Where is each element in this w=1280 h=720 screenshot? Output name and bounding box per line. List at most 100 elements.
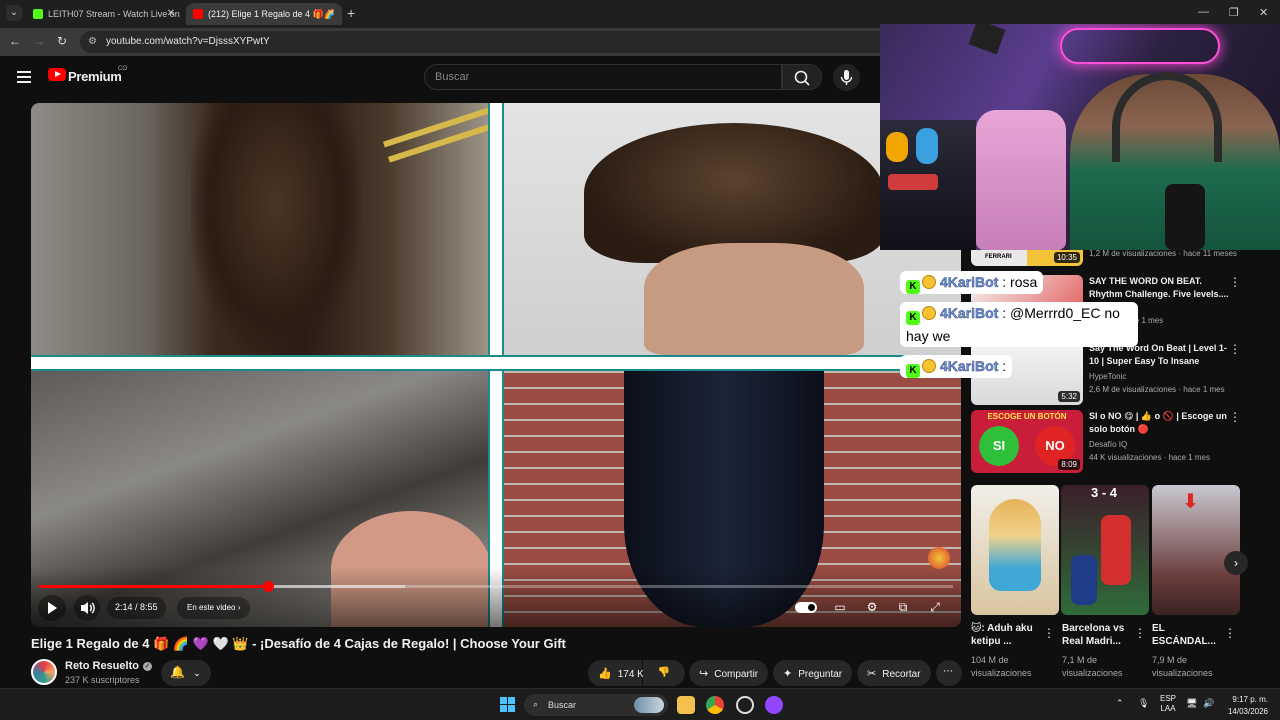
recommendation-item[interactable]: FERRARI 10:35 1,2 M de visualizaciones ·… [971, 236, 1271, 270]
minimize-icon[interactable]: — [1198, 6, 1209, 18]
frame-divider [31, 355, 961, 371]
chapter-button[interactable]: En este video › [177, 597, 251, 619]
channel-avatar[interactable] [31, 659, 57, 685]
clip-button[interactable]: ✂ Recortar [857, 660, 931, 686]
settings-icon[interactable]: ⚙ [863, 600, 881, 616]
ask-button[interactable]: ✦ Preguntar [773, 660, 853, 686]
close-tab-icon[interactable]: ✕ [167, 8, 175, 19]
recommendation-item[interactable]: ESCOGE UN BOTÓN SI NO 8:09 SI o NO 😋 | 👍… [971, 410, 1271, 473]
tab-youtube-video[interactable]: (212) Elige 1 Regalo de 4 🎁🌈 ✕ [186, 3, 342, 25]
play-button[interactable] [38, 595, 66, 621]
yes-button-graphic: SI [979, 426, 1019, 466]
system-clock[interactable]: 9:17 p. m. 14/03/2026 [1224, 694, 1268, 718]
back-icon[interactable]: ← [9, 34, 21, 48]
video-frame-curly-hair [31, 103, 488, 355]
chevron-right-icon[interactable]: › [1224, 551, 1248, 575]
chrome-icon[interactable] [706, 696, 724, 714]
video-player[interactable]: 2:14 / 8:55 En este video › ▭ ⚙ ⧉ ⤢ [31, 103, 961, 627]
like-count: 174 K [617, 669, 644, 680]
close-window-icon[interactable]: ✕ [1259, 6, 1268, 19]
notifications-button[interactable]: 🔔 ⌄ [161, 660, 211, 686]
youtube-favicon-icon [193, 9, 203, 19]
more-actions-button[interactable]: ⋯ [936, 660, 962, 686]
short-thumbnail[interactable]: ⬇ [1152, 485, 1240, 615]
streaming-mic [1165, 184, 1205, 250]
short-title[interactable]: Barcelona vs Real Madri... [1062, 622, 1136, 648]
restore-icon[interactable]: ❐ [1229, 6, 1239, 19]
volume-button[interactable] [74, 595, 100, 621]
video-title[interactable]: SI o NO 😋 | 👍 o 🚫 | Escoge un solo botón… [1089, 410, 1229, 436]
sparkle-icon: ✦ [783, 668, 793, 680]
like-button[interactable]: 👍 174 K [588, 660, 644, 686]
chat-username: 4KariBot [940, 358, 999, 374]
chat-username: 4KariBot [940, 305, 999, 321]
more-vert-icon[interactable]: ⋮ [1134, 626, 1146, 640]
video-title[interactable]: SAY THE WORD ON BEAT. Rhythm Challenge. … [1089, 275, 1229, 301]
lang-code: ESP [1160, 694, 1177, 703]
chat-message: K 4KariBot : rosa [900, 271, 1044, 294]
search-input[interactable] [435, 71, 765, 83]
share-label: Compartir [714, 669, 759, 680]
windows-start-icon[interactable] [500, 697, 515, 712]
share-button[interactable]: ↪ Compartir [689, 660, 769, 686]
site-info-icon[interactable]: ⚙ [88, 36, 100, 48]
scrubber-handle[interactable] [262, 581, 274, 592]
subtitles-icon[interactable]: ▭ [831, 600, 849, 616]
tab-kick-stream[interactable]: LEITH07 Stream - Watch Live on ✕ [26, 3, 182, 25]
fullscreen-icon[interactable]: ⤢ [926, 600, 944, 616]
microphone-tray-icon[interactable]: 🎙 [1138, 698, 1149, 709]
more-vert-icon[interactable]: ⋮ [1043, 626, 1055, 640]
chat-username: 4KariBot [940, 274, 999, 290]
channel-name-row[interactable]: Reto Resuelto ✓ [65, 660, 152, 672]
short-thumbnail[interactable]: 3 - 4 [1061, 485, 1149, 615]
youtube-brand[interactable]: Premium [68, 69, 122, 84]
recommendation-item[interactable]: 5:32 Say The Word On Beat | Level 1-10 |… [971, 342, 1271, 405]
app-icon[interactable] [765, 696, 783, 714]
ask-label: Preguntar [798, 669, 843, 680]
coin-badge-icon [922, 306, 936, 320]
more-vert-icon[interactable]: ⋮ [1229, 410, 1241, 424]
file-explorer-icon[interactable] [677, 696, 695, 714]
youtube-logo-icon[interactable] [48, 68, 66, 81]
language-indicator[interactable]: ESP LAA [1160, 694, 1176, 714]
more-vert-icon[interactable]: ⋮ [1224, 626, 1236, 640]
tab-search-icon[interactable]: ⌄ [6, 5, 22, 21]
taskbar-search[interactable]: ⌕ Buscar [524, 694, 668, 716]
short-title[interactable]: 🐱: Aduh aku ketipu ... [971, 622, 1045, 648]
progress-bar[interactable] [39, 581, 953, 592]
channel-name[interactable]: Desafío IQ [1089, 440, 1127, 449]
forward-icon[interactable]: → [33, 34, 45, 48]
channel-name[interactable]: HypeTonic [1089, 372, 1126, 381]
search-button[interactable] [782, 64, 822, 90]
player-figure [1101, 515, 1131, 585]
taskbar-search-label: Buscar [548, 700, 577, 710]
clock-time: 9:17 p. m. [1232, 695, 1268, 704]
new-tab-icon[interactable]: + [347, 5, 355, 21]
more-vert-icon[interactable]: ⋮ [1229, 275, 1241, 289]
network-icon[interactable]: 🖥 [1186, 698, 1197, 709]
short-title[interactable]: EL ESCÁNDAL... [1152, 622, 1226, 648]
tab-label: (212) Elige 1 Regalo de 4 🎁🌈 [208, 9, 335, 19]
obs-icon[interactable] [736, 696, 754, 714]
subscriber-count: 237 K suscriptores [65, 675, 140, 685]
more-vert-icon[interactable]: ⋮ [1229, 342, 1241, 356]
short-thumbnail[interactable] [971, 485, 1059, 615]
video-meta: 44 K visualizaciones · hace 1 mes [1089, 453, 1210, 462]
menu-icon[interactable] [17, 71, 31, 83]
channel-name[interactable]: Reto Resuelto [65, 660, 139, 672]
url-field[interactable]: ⚙ youtube.com/watch?v=DjsssXYPwtY [80, 31, 880, 53]
autoplay-toggle[interactable] [795, 602, 817, 613]
chevron-up-icon[interactable]: ⌃ [1116, 698, 1124, 709]
reload-icon[interactable]: ↻ [57, 34, 67, 48]
channel-watermark-icon[interactable] [928, 547, 950, 569]
voice-search-button[interactable] [833, 64, 860, 91]
speaker-icon[interactable]: 🔊 [1203, 698, 1214, 709]
time-display: 2:14 / 8:55 [107, 597, 166, 619]
miniplayer-icon[interactable]: ⧉ [894, 600, 912, 616]
close-tab-icon[interactable]: ✕ [327, 8, 335, 19]
video-thumbnail[interactable]: ESCOGE UN BOTÓN SI NO 8:09 [971, 410, 1083, 473]
dislike-button[interactable]: 👎 [643, 660, 685, 686]
duration-badge: 5:32 [1058, 391, 1080, 402]
duration-badge: 8:09 [1058, 459, 1080, 470]
search-box [424, 64, 782, 90]
